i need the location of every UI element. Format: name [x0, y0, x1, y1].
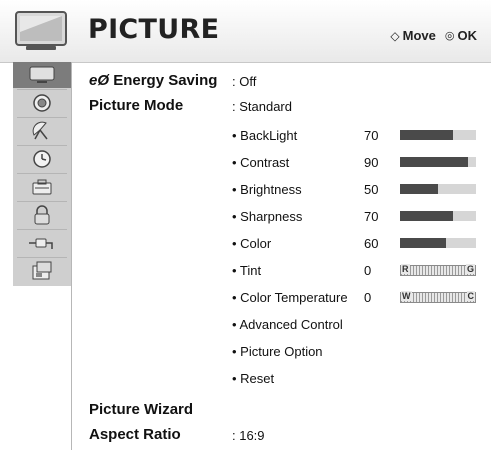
energy-saving-icon: eØ [89, 72, 110, 89]
category-sidebar [13, 62, 73, 450]
setting-value: 90 [364, 155, 379, 170]
menu-row-aspect-ratio[interactable]: Aspect Ratio : 16:9 [0, 424, 491, 448]
setting-level-fill [400, 130, 454, 140]
setting-value: 0 [364, 290, 372, 305]
setting-level-fill [400, 184, 438, 194]
menu-item-reset[interactable]: • Reset [0, 367, 491, 391]
setting-level-fill [400, 238, 446, 248]
setting-color[interactable]: • Color 60 [0, 232, 491, 256]
menu-row-picture-wizard[interactable]: Picture Wizard [0, 399, 491, 423]
energy-saving-label: Energy Saving [113, 72, 218, 89]
menu-item-label: • Picture Option [232, 344, 323, 359]
move-label: Move [402, 28, 436, 43]
setting-value: 0 [364, 263, 372, 278]
setting-label: • Contrast [232, 155, 290, 170]
setting-value: 50 [364, 182, 379, 197]
setting-label: • Color [232, 236, 272, 251]
page-title: PICTURE [88, 14, 220, 45]
aspect-ratio-label: Aspect Ratio [89, 426, 181, 443]
menu-header: PICTURE ◇ Move ◎ OK [0, 0, 491, 63]
slider-right-label: G [465, 264, 475, 274]
navigation-hint: ◇ Move ◎ OK [390, 28, 477, 43]
picture-mode-value: : Standard [232, 99, 292, 114]
setting-level-bar[interactable] [400, 157, 476, 167]
setting-value: 60 [364, 236, 379, 251]
setting-label: • BackLight [232, 128, 298, 143]
picture-mode-label: Picture Mode [89, 97, 184, 114]
setting-value: 70 [364, 128, 379, 143]
picture-wizard-label: Picture Wizard [89, 401, 194, 418]
setting-label: • Tint [232, 263, 262, 278]
slider-right-label: C [466, 291, 475, 301]
move-arrows-icon: ◇ [390, 28, 400, 43]
menu-item-label: • Advanced Control [232, 317, 343, 332]
setting-sharpness[interactable]: • Sharpness 70 [0, 205, 491, 229]
setting-label: • Color Temperature [232, 290, 348, 305]
setting-label: • Sharpness [232, 209, 303, 224]
color-temperature-slider[interactable]: W C [400, 291, 476, 303]
menu-row-picture-mode[interactable]: Picture Mode : Standard [0, 95, 491, 119]
tv-monitor-icon [15, 11, 67, 50]
menu-item-picture-option[interactable]: • Picture Option [0, 340, 491, 364]
menu-row-energy-saving[interactable]: eØ Energy Saving : Off [0, 70, 491, 94]
setting-level-bar[interactable] [400, 238, 476, 248]
sidebar-separator [17, 257, 67, 258]
menu-item-label: • Reset [232, 371, 275, 386]
setting-level-bar[interactable] [400, 211, 476, 221]
setting-tint[interactable]: • Tint 0 R G [0, 259, 491, 283]
setting-level-fill [400, 157, 469, 167]
ok-button-icon: ◎ [444, 30, 455, 42]
tint-balance-slider[interactable]: R G [400, 264, 476, 276]
energy-saving-value: : Off [232, 74, 257, 89]
ok-label: OK [457, 28, 478, 43]
setting-backlight[interactable]: • BackLight 70 [0, 124, 491, 148]
setting-label: • Brightness [232, 182, 302, 197]
setting-brightness[interactable]: • Brightness 50 [0, 178, 491, 202]
setting-value: 70 [364, 209, 379, 224]
setting-level-bar[interactable] [400, 130, 476, 140]
menu-item-advanced-control[interactable]: • Advanced Control [0, 313, 491, 337]
setting-color-temperature[interactable]: • Color Temperature 0 W C [0, 286, 491, 310]
slider-left-label: W [401, 291, 412, 301]
setting-level-fill [400, 211, 454, 221]
setting-contrast[interactable]: • Contrast 90 [0, 151, 491, 175]
setting-level-bar[interactable] [400, 184, 476, 194]
sidebar-separator [17, 229, 67, 230]
aspect-ratio-value: : 16:9 [232, 428, 265, 443]
slider-left-label: R [401, 264, 410, 274]
